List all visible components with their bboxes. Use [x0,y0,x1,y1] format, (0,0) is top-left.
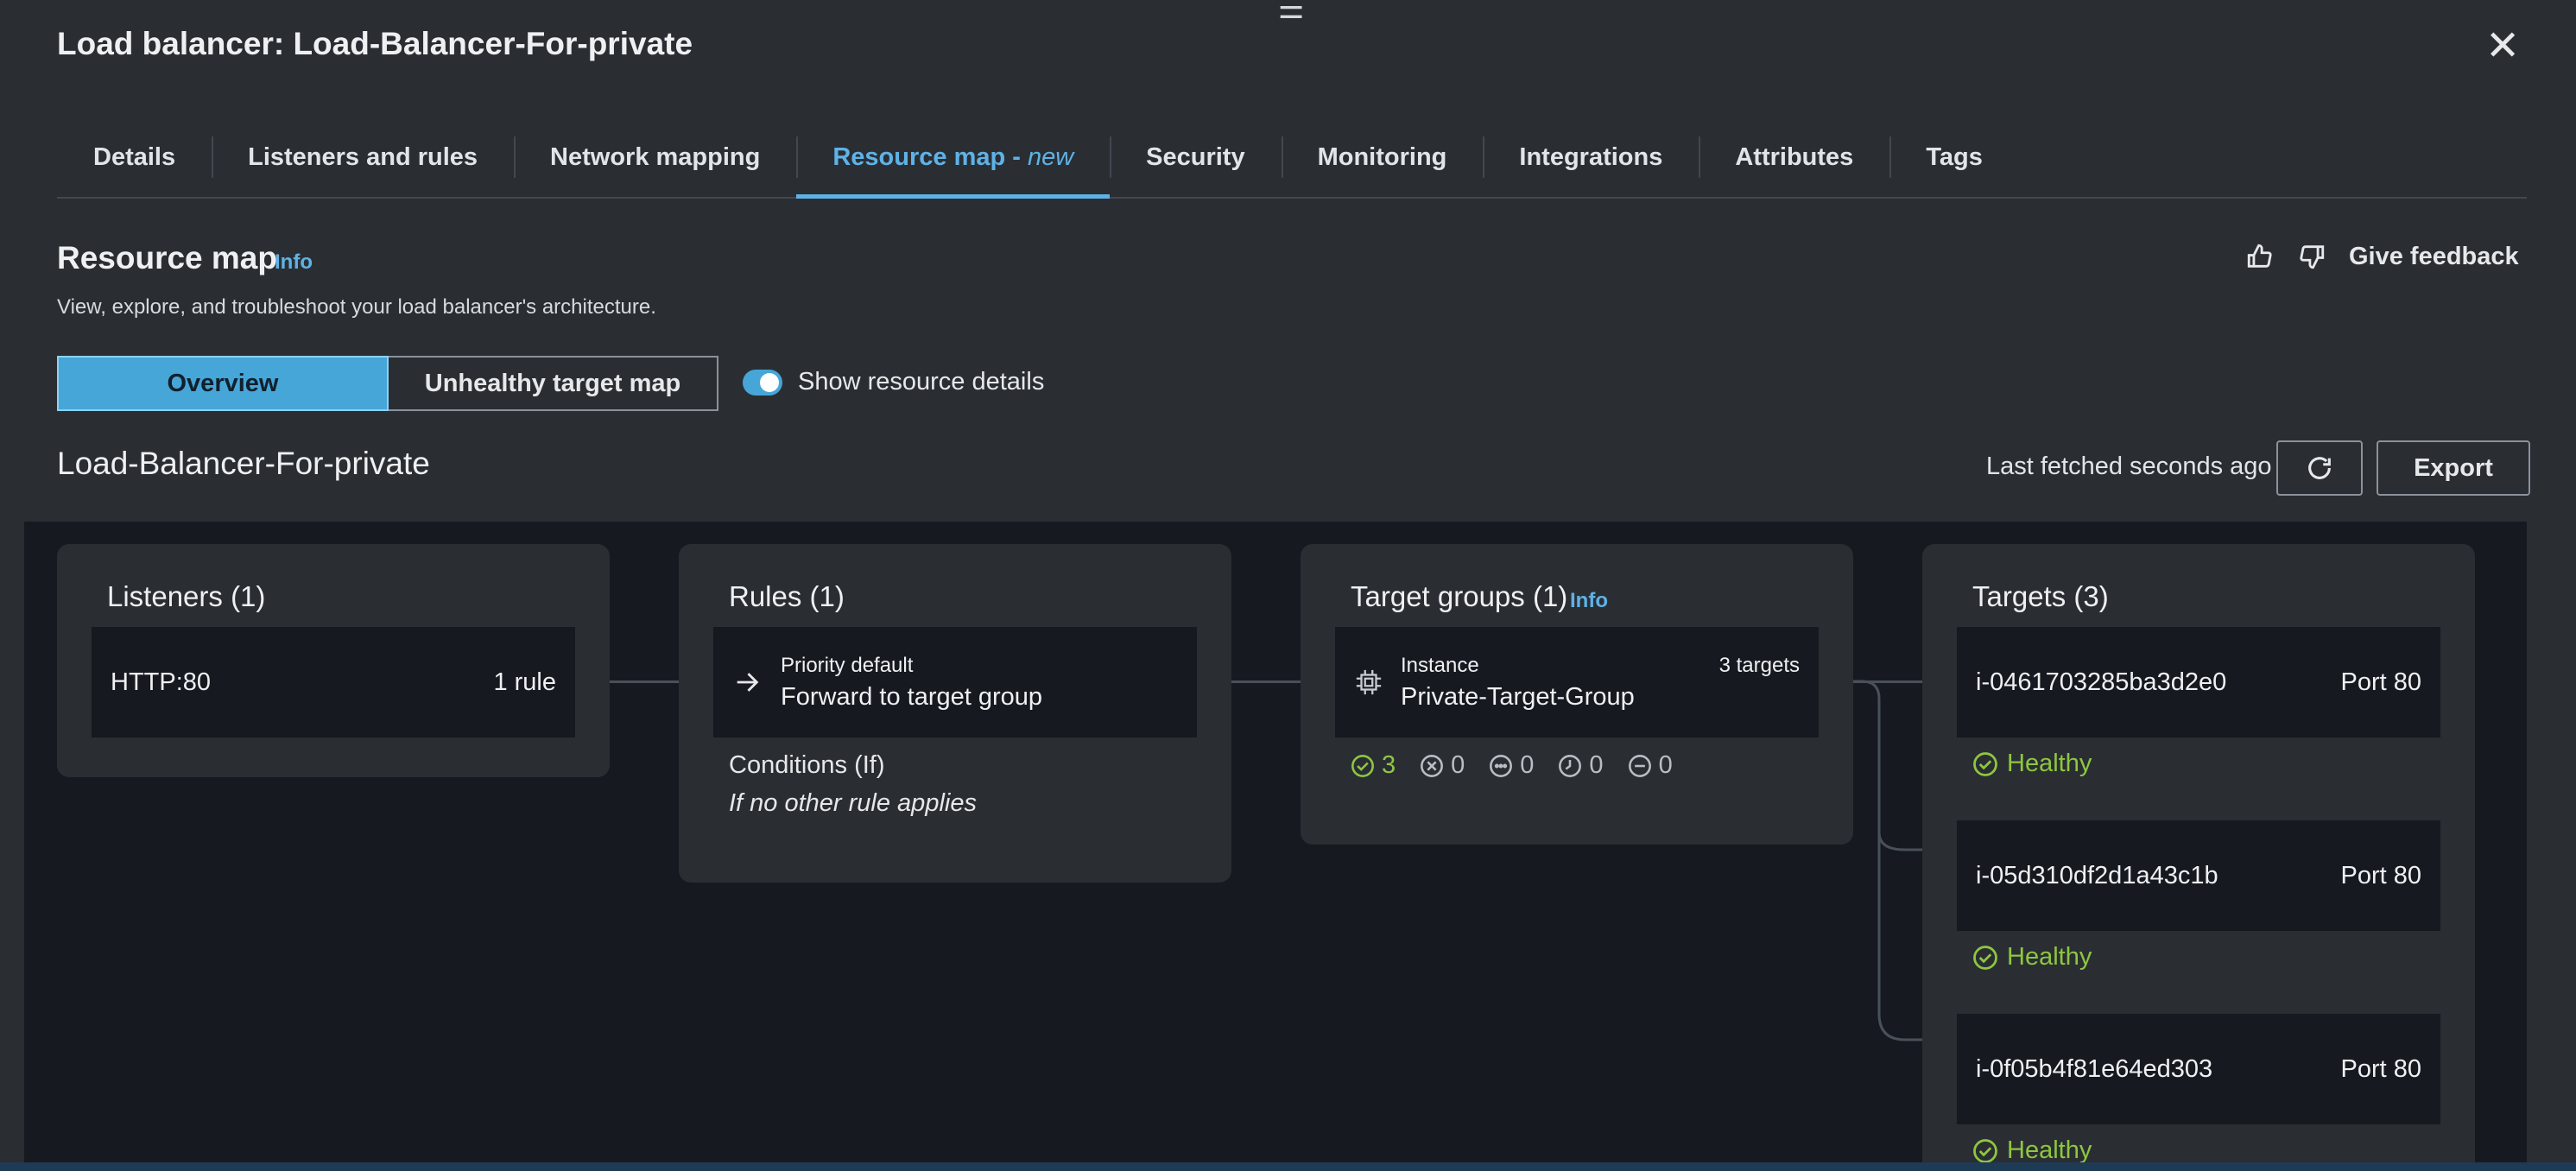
bottom-edge-bar [0,1162,2576,1171]
close-icon[interactable]: ✕ [2485,26,2520,67]
tab-bar: Details Listeners and rules Network mapp… [57,117,2527,199]
give-feedback-link[interactable]: Give feedback [2349,243,2519,271]
target-groups-info-link[interactable]: Info [1570,589,1608,613]
refresh-icon [2308,457,2331,479]
last-fetched-text: Last fetched seconds ago [1986,453,2272,480]
targets-title: Targets (3) [1972,580,2109,612]
target-group-type: Instance [1401,653,1479,677]
unhealthy-target-map-button[interactable]: Unhealthy target map [389,356,718,411]
check-circle-icon [1973,945,1997,970]
new-label: new [1027,142,1074,171]
thumbs-up-icon[interactable] [2245,242,2275,271]
panel-title: Load balancer: Load-Balancer-For-private [57,26,693,61]
unhealthy-count: 0 [1420,751,1465,780]
rule-conditions-value: If no other rule applies [729,789,977,817]
clock-icon [1559,754,1582,777]
target-port: Port 80 [2340,1054,2422,1083]
refresh-button[interactable] [2276,440,2363,496]
target-item[interactable]: i-0f05b4f81e64ed303 Port 80 [1957,1014,2440,1124]
rules-card: Rules (1) Priority default Forward to ta… [679,544,1231,883]
listeners-card: Listeners (1) HTTP:80 1 rule [57,544,610,777]
unused-count: 0 [1489,751,1534,780]
target-group-name: Private-Target-Group [1401,682,1635,711]
resource-map-canvas[interactable]: Listeners (1) HTTP:80 1 rule Rules (1) P… [24,522,2527,1171]
target-port: Port 80 [2340,861,2422,889]
target-groups-title: Target groups (1) [1351,580,1568,612]
target-health-status: Healthy [1972,750,2092,778]
rule-item[interactable]: Priority default Forward to target group [713,627,1197,737]
target-group-status-counts: 3 0 0 0 0 [1351,751,1673,780]
listener-item[interactable]: HTTP:80 1 rule [92,627,575,737]
resource-map-heading: Resource map [57,240,277,275]
rule-conditions-label: Conditions (If) [729,751,885,779]
check-circle-icon [1351,754,1374,777]
targets-card: Targets (3) i-0461703285ba3d2e0 Port 80 … [1922,544,2475,1171]
tab-network-mapping[interactable]: Network mapping [514,117,796,197]
check-circle-icon [1973,751,1997,776]
tab-integrations[interactable]: Integrations [1483,117,1699,197]
thumbs-down-icon[interactable] [2297,242,2326,271]
resource-map-info-link[interactable]: Info [275,250,313,275]
listeners-title: Listeners (1) [107,580,266,612]
show-resource-details-toggle[interactable] [743,369,782,396]
draining-count: 0 [1628,751,1673,780]
target-groups-card: Target groups (1) Info Instance 3 target… [1301,544,1853,845]
target-item[interactable]: i-0461703285ba3d2e0 Port 80 [1957,627,2440,737]
view-segmented-control: Overview Unhealthy target map [57,356,718,411]
export-button[interactable]: Export [2377,440,2530,496]
arrow-right-icon [737,673,759,692]
chip-icon [1356,669,1382,695]
rules-title: Rules (1) [729,580,845,612]
overview-button[interactable]: Overview [57,356,389,411]
target-instance-id: i-0f05b4f81e64ed303 [1976,1054,2213,1083]
tab-security[interactable]: Security [1110,117,1281,197]
initial-count: 0 [1558,751,1604,780]
tab-listeners-and-rules[interactable]: Listeners and rules [212,117,514,197]
listener-rule-count: 1 rule [493,668,556,696]
target-group-count: 3 targets [1718,653,1800,677]
target-health-status: Healthy [1972,943,2092,972]
tab-tags[interactable]: Tags [1889,117,2019,197]
tab-attributes[interactable]: Attributes [1699,117,1889,197]
resource-details-toggle-row: Show resource details [743,368,1044,396]
listener-protocol-port: HTTP:80 [111,668,212,696]
drag-handle-icon[interactable]: ☰ [1278,0,1304,23]
healthy-count: 3 [1351,751,1396,780]
check-circle-icon [1973,1138,1997,1163]
tab-monitoring[interactable]: Monitoring [1281,117,1484,197]
target-port: Port 80 [2340,668,2422,696]
target-group-item[interactable]: Instance 3 targets Private-Target-Group [1335,627,1819,737]
x-circle-icon [1421,754,1444,777]
tab-resource-map[interactable]: Resource map - new [796,117,1110,199]
ellipsis-circle-icon [1490,754,1513,777]
minus-circle-icon [1628,754,1651,777]
target-item[interactable]: i-05d310df2d1a43c1b Port 80 [1957,820,2440,931]
feedback-area: Give feedback [2245,242,2519,271]
load-balancer-name: Load-Balancer-For-private [57,446,430,481]
rule-action: Forward to target group [781,682,1043,711]
target-instance-id: i-05d310df2d1a43c1b [1976,861,2218,889]
target-instance-id: i-0461703285ba3d2e0 [1976,668,2227,696]
rule-priority: Priority default [781,653,914,677]
target-health-status: Healthy [1972,1136,2092,1165]
tab-details[interactable]: Details [57,117,212,197]
resource-map-description: View, explore, and troubleshoot your loa… [57,295,656,319]
toggle-label: Show resource details [798,368,1045,396]
